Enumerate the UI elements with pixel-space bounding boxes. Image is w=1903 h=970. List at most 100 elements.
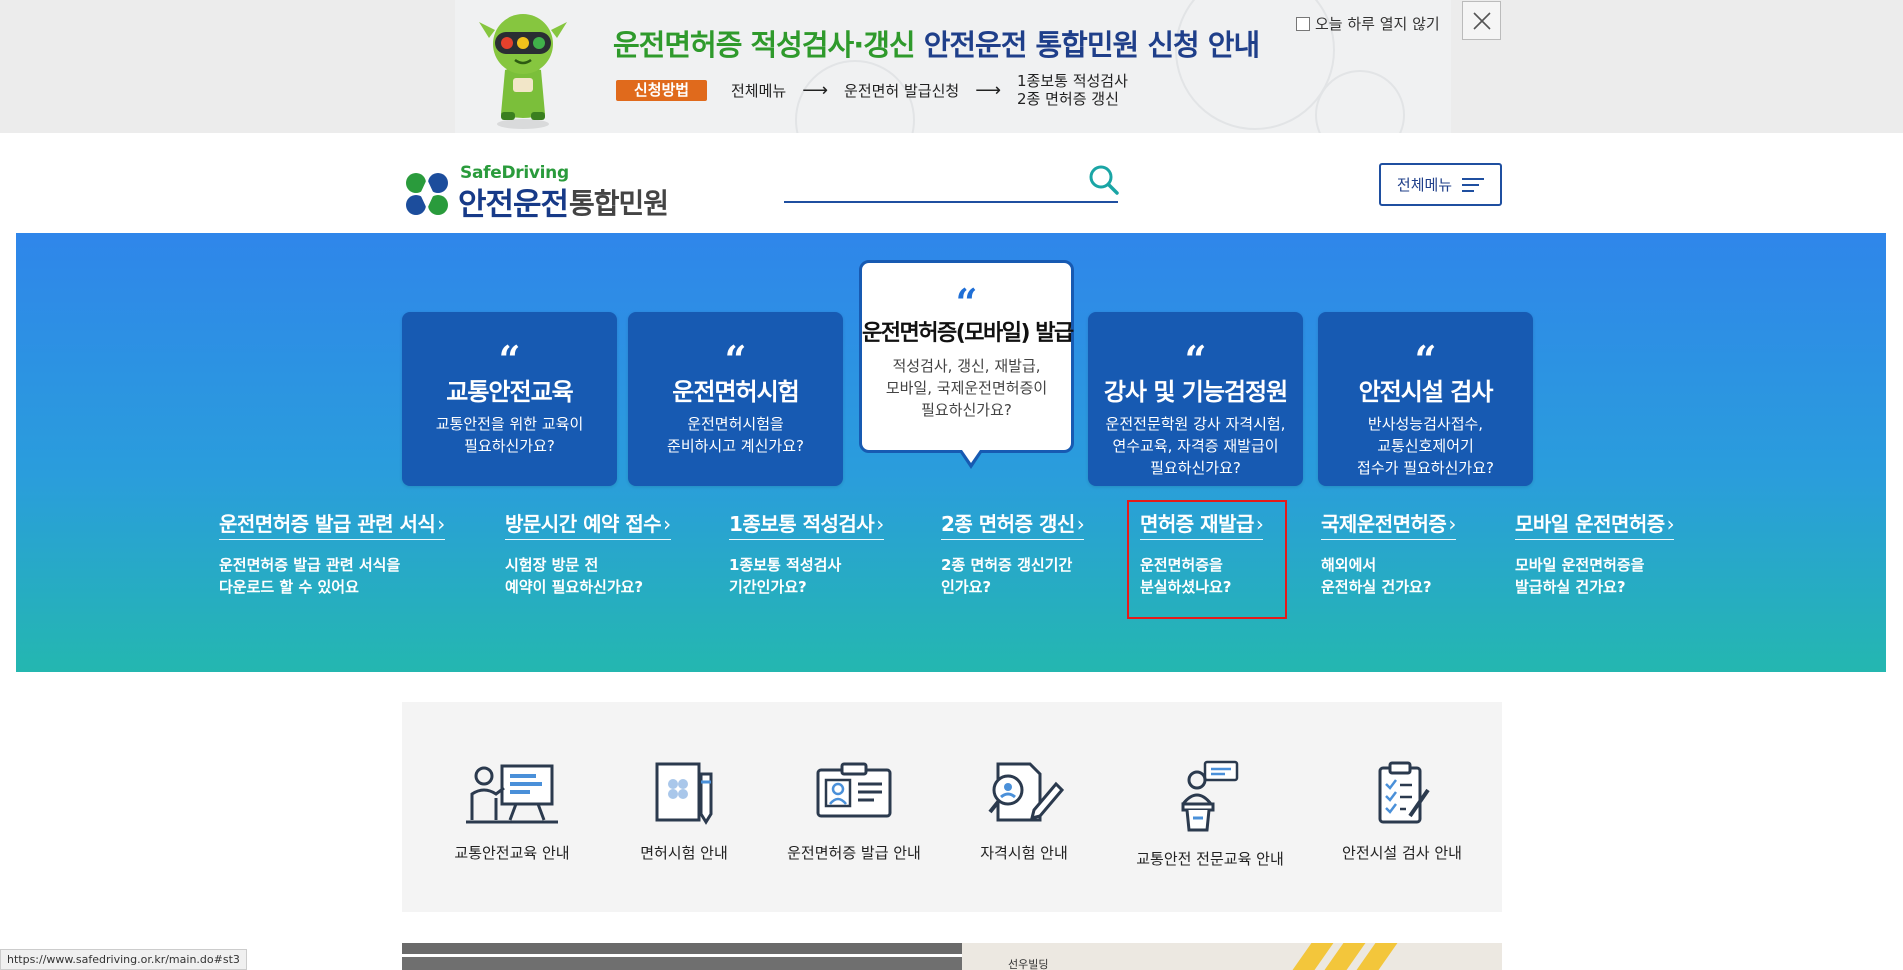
link-desc: 모바일 운전면허증을 발급하실 건가요? — [1515, 556, 1645, 596]
card-title: 운전면허증(모바일) 발급 — [862, 321, 1074, 346]
quote-icon: “ — [1184, 337, 1207, 382]
browser-status-url: https://www.safedriving.or.kr/main.do#st… — [0, 949, 247, 970]
link-title: 방문시간 예약 접수 › — [505, 508, 671, 540]
id-card-icon — [816, 762, 892, 818]
card-desc: 반사성능검사접수, 교통신호제어기 접수가 필요하신가요? — [1357, 415, 1494, 477]
link-desc: 2종 면허증 갱신기간 인가요? — [941, 556, 1073, 596]
link-desc: 시험장 방문 전 예약이 필요하신가요? — [505, 556, 644, 596]
link-mobile-license[interactable]: 모바일 운전면허증 › 모바일 운전면허증을 발급하실 건가요? — [1515, 508, 1675, 598]
step-all-menu: 전체메뉴 — [731, 81, 787, 100]
step-final: 1종보통 적성검사 2종 면허증 갱신 — [1017, 72, 1128, 108]
bottom-preview-strip: 선우빌딩 — [402, 943, 1502, 970]
card-title: 강사 및 기능검정원 — [1103, 378, 1288, 406]
chevron-right-icon: › — [663, 512, 671, 536]
link-class1-aptitude-test[interactable]: 1종보통 적성검사 › 1종보통 적성검사 기간인가요? — [729, 508, 884, 598]
chevron-right-icon: › — [1076, 512, 1085, 536]
guide-label: 교통안전 전문교육 안내 — [1136, 850, 1284, 868]
all-menu-button[interactable]: 전체메뉴 — [1379, 163, 1502, 206]
card-title: 교통안전교육 — [446, 378, 573, 406]
banner-title-highlight: 운전면허증 적성검사·갱신 — [613, 28, 916, 62]
banner-title: 운전면허증 적성검사·갱신 안전운전 통합민원 신청 안내 — [613, 22, 1260, 64]
apply-steps: 전체메뉴 ⟶ 운전면허 발급신청 ⟶ 1종보통 적성검사 2종 면허증 갱신 — [731, 72, 1128, 108]
search-icon[interactable] — [1088, 164, 1120, 196]
no-show-today[interactable]: 오늘 하루 열지 않기 — [1296, 13, 1440, 34]
search-box — [784, 161, 1120, 203]
teacher-board-icon — [466, 764, 558, 824]
quote-icon: “ — [955, 280, 978, 325]
guide-section: 교통안전교육 안내 면허시험 안내 운전면허증 발급 안내 자격시험 안내 교통… — [402, 702, 1502, 912]
traffic-light-mascot-icon — [479, 14, 567, 129]
site-header: SafeDriving 안전운전 통합민원 전체메뉴 — [0, 133, 1903, 233]
link-title-text: 운전면허증 발급 관련 서식 — [219, 512, 436, 536]
logo-korean-main: 안전운전 — [458, 187, 569, 223]
card-safety-facility-inspection[interactable]: “ 안전시설 검사 반사성능검사접수, 교통신호제어기 접수가 필요하신가요? — [1318, 312, 1533, 486]
card-desc: 운전전문학원 강사 자격시험, 연수교육, 자격증 재발급이 필요하신가요? — [1105, 415, 1286, 477]
link-desc: 해외에서 운전하실 건가요? — [1321, 556, 1432, 596]
dark-banner — [402, 943, 962, 954]
logo-clover-icon — [406, 173, 448, 215]
chevron-right-icon: › — [1666, 512, 1675, 536]
site-logo[interactable]: SafeDriving 안전운전 통합민원 — [402, 163, 692, 223]
step-final-line1: 1종보통 적성검사 — [1017, 72, 1128, 90]
link-class2-renewal[interactable]: 2종 면허증 갱신 › 2종 면허증 갱신기간 인가요? — [941, 508, 1085, 598]
link-title: 운전면허증 발급 관련 서식 › — [219, 508, 445, 540]
guide-qualification-exam[interactable]: 자격시험 안내 — [954, 760, 1094, 863]
card-desc: 교통안전을 위한 교육이 필요하신가요? — [435, 415, 584, 455]
banner-title-rest: 안전운전 통합민원 신청 안내 — [914, 28, 1260, 62]
hero-edge — [1886, 233, 1888, 672]
arrow-right-icon: ⟶ — [802, 79, 829, 101]
quote-icon: “ — [498, 337, 521, 382]
guide-label: 안전시설 검사 안내 — [1342, 844, 1462, 862]
link-title: 모바일 운전면허증 › — [1515, 508, 1675, 540]
link-title: 국제운전면허증 › — [1321, 508, 1456, 540]
link-title-text: 방문시간 예약 접수 — [505, 512, 662, 536]
map-road — [1356, 943, 1398, 970]
quote-icon: “ — [1414, 337, 1437, 382]
link-title-text: 2종 면허증 갱신 — [941, 512, 1075, 536]
speech-tail-inner — [962, 450, 980, 463]
guide-label: 자격시험 안내 — [980, 844, 1068, 862]
card-traffic-safety-education[interactable]: “ 교통안전교육 교통안전을 위한 교육이 필요하신가요? — [402, 312, 617, 486]
link-international-license[interactable]: 국제운전면허증 › 해외에서 운전하실 건가요? — [1321, 508, 1456, 598]
hamburger-icon — [1462, 174, 1485, 196]
guide-label: 면허시험 안내 — [640, 844, 728, 862]
lecturer-podium-icon — [1181, 760, 1239, 832]
close-banner-button[interactable] — [1462, 1, 1501, 40]
link-title: 2종 면허증 갱신 › — [941, 508, 1085, 540]
search-input[interactable] — [784, 161, 1074, 199]
document-pen-icon — [655, 762, 713, 825]
hero-edge — [14, 233, 16, 672]
card-license-issue-active[interactable]: “ 운전면허증(모바일) 발급 적성검사, 갱신, 재발급, 모바일, 국제운전… — [859, 260, 1074, 469]
link-visit-reservation[interactable]: 방문시간 예약 접수 › 시험장 방문 전 예약이 필요하신가요? — [505, 508, 671, 598]
apply-method-badge: 신청방법 — [616, 80, 707, 101]
map-label: 선우빌딩 — [1008, 958, 1049, 970]
no-show-today-checkbox[interactable] — [1296, 16, 1310, 31]
card-title: 운전면허시험 — [672, 378, 799, 406]
guide-traffic-safety-education[interactable]: 교통안전교육 안내 — [442, 760, 582, 863]
card-instructor-examiner[interactable]: “ 강사 및 기능검정원 운전전문학원 강사 자격시험, 연수교육, 자격증 재… — [1088, 312, 1303, 486]
logo-korean-sub: 통합민원 — [569, 187, 669, 220]
link-desc: 운전면허증 발급 관련 서식을 다운로드 할 수 있어요 — [219, 556, 401, 596]
step-license-apply: 운전면허 발급신청 — [844, 81, 960, 100]
card-title: 안전시설 검사 — [1358, 378, 1494, 406]
close-icon — [1473, 12, 1491, 30]
all-menu-label: 전체메뉴 — [1396, 176, 1453, 194]
card-license-exam[interactable]: “ 운전면허시험 운전면허시험을 준비하시고 계신가요? — [628, 312, 843, 486]
clipboard-checklist-icon — [1378, 761, 1430, 824]
guide-license-exam[interactable]: 면허시험 안내 — [624, 760, 744, 863]
guide-license-issue[interactable]: 운전면허증 발급 안내 — [764, 760, 944, 863]
guide-safety-facility-inspection[interactable]: 안전시설 검사 안내 — [1322, 760, 1482, 863]
chevron-right-icon: › — [876, 512, 884, 536]
link-desc: 1종보통 적성검사 기간인가요? — [729, 556, 842, 596]
guide-label: 교통안전교육 안내 — [454, 844, 570, 862]
card-desc: 적성검사, 갱신, 재발급, 모바일, 국제운전면허증이 필요하신가요? — [885, 357, 1048, 419]
dark-banner — [402, 957, 962, 970]
arrow-right-icon: ⟶ — [975, 79, 1001, 101]
link-title: 1종보통 적성검사 › — [729, 508, 884, 540]
quote-icon: “ — [724, 337, 747, 382]
guide-traffic-safety-professional[interactable]: 교통안전 전문교육 안내 — [1110, 760, 1310, 869]
link-license-forms[interactable]: 운전면허증 발급 관련 서식 › 운전면허증 발급 관련 서식을 다운로드 할 수… — [219, 508, 445, 598]
focus-highlight-box — [1127, 500, 1287, 619]
location-map[interactable]: 선우빌딩 — [962, 943, 1502, 970]
exam-magnifier-icon — [988, 762, 1064, 822]
